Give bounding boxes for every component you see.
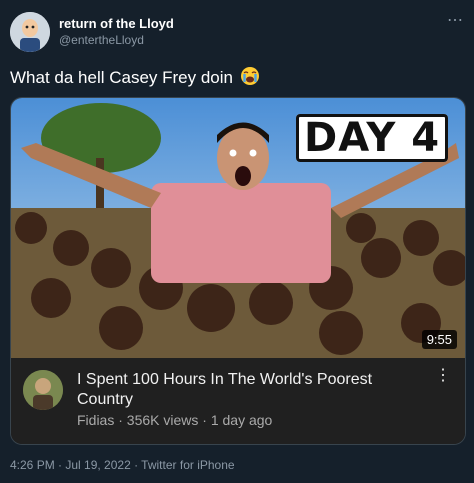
video-meta[interactable]: I Spent 100 Hours In The World's Poorest…: [11, 358, 465, 444]
tweet-text-content: What da hell Casey Frey doin: [10, 68, 233, 87]
video-title[interactable]: I Spent 100 Hours In The World's Poorest…: [77, 370, 417, 410]
video-thumbnail[interactable]: DAY 4 9:55: [11, 98, 465, 358]
user-avatar[interactable]: [10, 12, 50, 52]
video-card[interactable]: DAY 4 9:55 I Spent 100 Hours In The Worl…: [10, 97, 466, 445]
video-channel-stats: Fidias · 356K views · 1 day ago: [77, 412, 273, 428]
channel-avatar[interactable]: [23, 370, 63, 410]
tweet-timestamp[interactable]: 4:26 PM · Jul 19, 2022 · Twitter for iPh…: [10, 458, 235, 472]
tweet-text: What da hell Casey Frey doin: [10, 66, 260, 88]
more-options-icon[interactable]: ⋯: [447, 10, 464, 30]
thumbnail-day-badge: DAY 4: [296, 114, 449, 162]
crying-face-emoji-icon: [240, 67, 259, 85]
video-menu-icon[interactable]: ⋮: [435, 368, 451, 384]
user-handle[interactable]: @entertheLloyd: [59, 33, 144, 47]
video-duration: 9:55: [421, 330, 457, 349]
display-name[interactable]: return of the Lloyd: [59, 16, 174, 31]
